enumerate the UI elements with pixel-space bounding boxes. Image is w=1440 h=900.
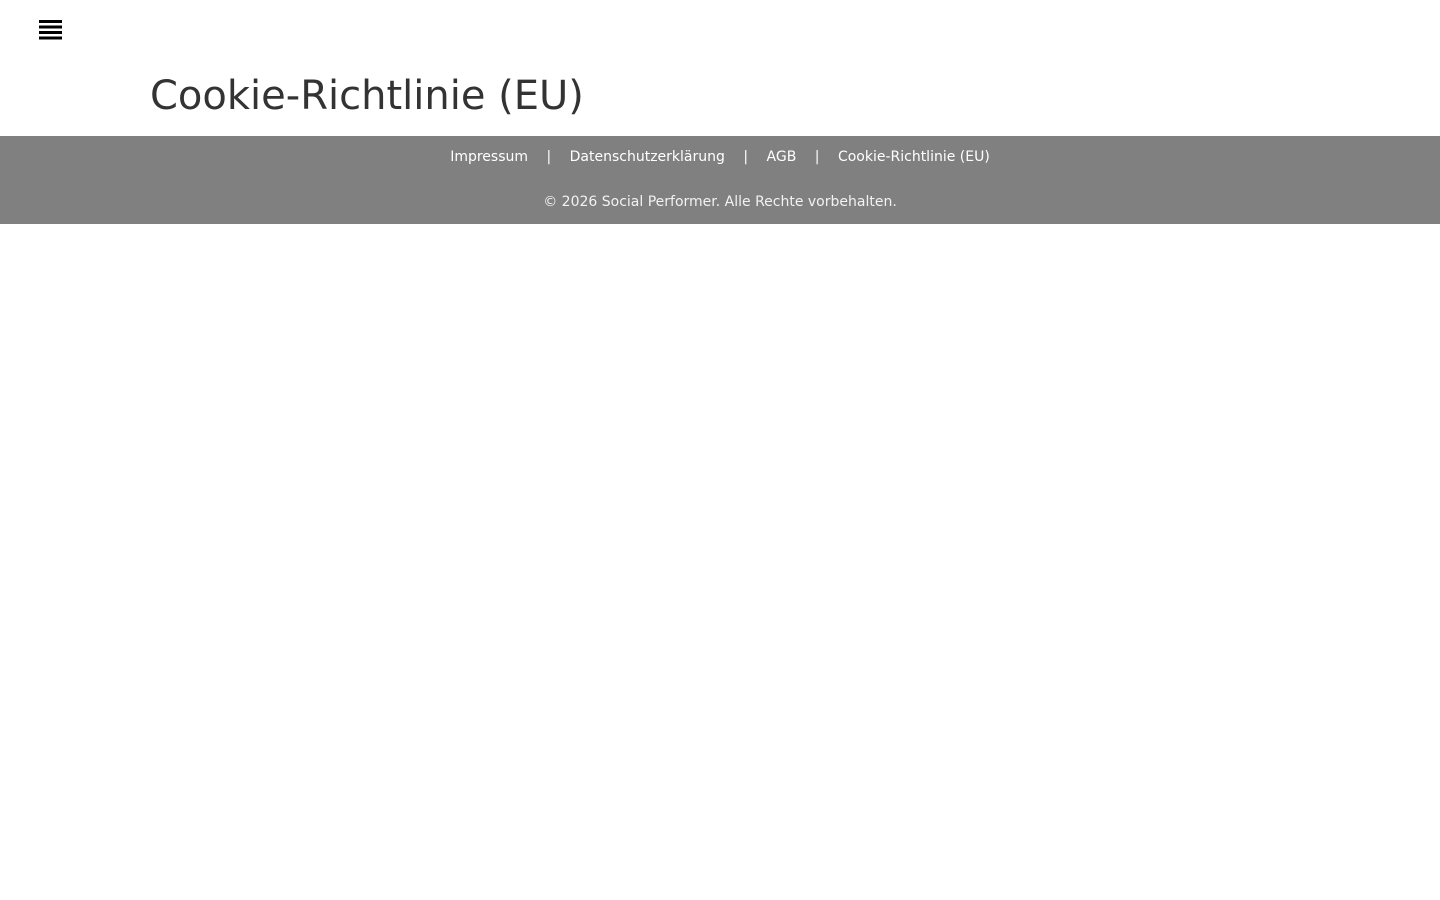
footer-link-impressum[interactable]: Impressum [450, 149, 528, 165]
footer-nav: Impressum | Datenschutzerklärung | AGB |… [0, 147, 1440, 167]
menu-lines-icon [39, 20, 62, 40]
footer-link-agb[interactable]: AGB [767, 149, 797, 165]
footer-link-cookie-richtlinie[interactable]: Cookie-Richtlinie (EU) [838, 149, 990, 165]
menu-toggle-button[interactable] [38, 18, 63, 43]
copyright-text: © 2026 Social Performer. Alle Rechte vor… [543, 194, 897, 210]
page-title: Cookie-Richtlinie (EU) [150, 73, 584, 119]
footer-link-datenschutzerklaerung[interactable]: Datenschutzerklärung [570, 149, 725, 165]
footer-separator: | [546, 149, 552, 165]
footer-separator: | [743, 149, 749, 165]
footer-separator: | [814, 149, 820, 165]
